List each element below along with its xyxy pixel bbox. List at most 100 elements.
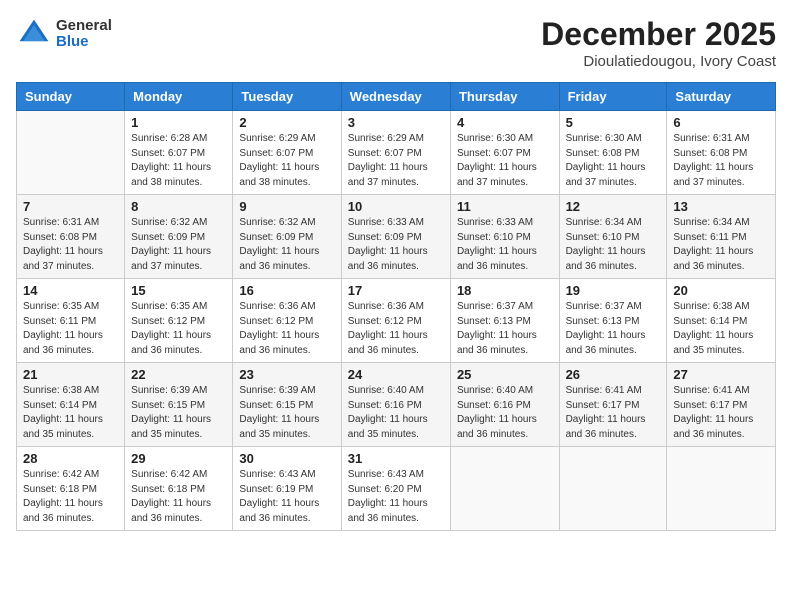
calendar-cell: 22 Sunrise: 6:39 AMSunset: 6:15 PMDayligh… (125, 363, 233, 447)
day-number: 19 (566, 283, 661, 298)
calendar-cell (450, 447, 559, 531)
day-info: Sunrise: 6:41 AMSunset: 6:17 PMDaylight:… (673, 384, 769, 442)
calendar-cell: 21 Sunrise: 6:38 AMSunset: 6:14 PMDayligh… (17, 363, 125, 447)
column-header-saturday: Saturday (667, 83, 776, 111)
title-block: December 2025 Dioulatiedougou, Ivory Coa… (541, 16, 776, 70)
day-info: Sunrise: 6:38 AMSunset: 6:14 PMDaylight:… (673, 300, 769, 358)
calendar-cell (667, 447, 776, 531)
calendar-cell: 4 Sunrise: 6:30 AMSunset: 6:07 PMDaylight… (450, 111, 559, 195)
column-header-friday: Friday (559, 83, 667, 111)
day-number: 30 (239, 451, 334, 466)
calendar-cell: 23 Sunrise: 6:39 AMSunset: 6:15 PMDayligh… (233, 363, 341, 447)
day-info: Sunrise: 6:39 AMSunset: 6:15 PMDaylight:… (239, 384, 334, 442)
calendar-cell: 28 Sunrise: 6:42 AMSunset: 6:18 PMDayligh… (17, 447, 125, 531)
calendar-cell: 14Sunrise: 6:35 AMSunset: 6:11 PMDayligh… (17, 279, 125, 363)
day-info: Sunrise: 6:28 AMSunset: 6:07 PMDaylight:… (131, 132, 226, 190)
day-info: Sunrise: 6:40 AMSunset: 6:16 PMDaylight:… (348, 384, 444, 442)
day-number: 8 (131, 199, 226, 214)
day-info: Sunrise: 6:43 AMSunset: 6:20 PMDaylight:… (348, 468, 444, 526)
calendar-cell: 2 Sunrise: 6:29 AMSunset: 6:07 PMDaylight… (233, 111, 341, 195)
day-number: 12 (566, 199, 661, 214)
calendar-cell: 18 Sunrise: 6:37 AMSunset: 6:13 PMDayligh… (450, 279, 559, 363)
day-info: Sunrise: 6:42 AMSunset: 6:18 PMDaylight:… (23, 468, 118, 526)
column-header-tuesday: Tuesday (233, 83, 341, 111)
logo-icon (16, 16, 52, 52)
day-number: 31 (348, 451, 444, 466)
day-info: Sunrise: 6:36 AMSunset: 6:12 PMDaylight:… (239, 300, 334, 358)
day-number: 29 (131, 451, 226, 466)
calendar-cell: 29 Sunrise: 6:42 AMSunset: 6:18 PMDayligh… (125, 447, 233, 531)
day-number: 7 (23, 199, 118, 214)
day-number: 22 (131, 367, 226, 382)
calendar-cell: 16 Sunrise: 6:36 AMSunset: 6:12 PMDayligh… (233, 279, 341, 363)
calendar-cell: 19 Sunrise: 6:37 AMSunset: 6:13 PMDayligh… (559, 279, 667, 363)
day-info: Sunrise: 6:33 AMSunset: 6:09 PMDaylight:… (348, 216, 444, 274)
day-info: Sunrise: 6:34 AMSunset: 6:10 PMDaylight:… (566, 216, 661, 274)
calendar-cell: 27 Sunrise: 6:41 AMSunset: 6:17 PMDayligh… (667, 363, 776, 447)
calendar-cell: 26 Sunrise: 6:41 AMSunset: 6:17 PMDayligh… (559, 363, 667, 447)
column-header-thursday: Thursday (450, 83, 559, 111)
day-number: 3 (348, 115, 444, 130)
day-info: Sunrise: 6:35 AMSunset: 6:12 PMDaylight:… (131, 300, 226, 358)
day-info: Sunrise: 6:29 AMSunset: 6:07 PMDaylight:… (239, 132, 334, 190)
day-info: Sunrise: 6:31 AMSunset: 6:08 PMDaylight:… (23, 216, 118, 274)
column-header-wednesday: Wednesday (341, 83, 450, 111)
calendar-cell: 30 Sunrise: 6:43 AMSunset: 6:19 PMDayligh… (233, 447, 341, 531)
day-number: 5 (566, 115, 661, 130)
day-info: Sunrise: 6:38 AMSunset: 6:14 PMDaylight:… (23, 384, 118, 442)
day-number: 27 (673, 367, 769, 382)
calendar-cell (17, 111, 125, 195)
day-number: 25 (457, 367, 553, 382)
day-number: 18 (457, 283, 553, 298)
day-number: 6 (673, 115, 769, 130)
column-header-monday: Monday (125, 83, 233, 111)
calendar-cell: 9Sunrise: 6:32 AMSunset: 6:09 PMDaylight… (233, 195, 341, 279)
day-info: Sunrise: 6:37 AMSunset: 6:13 PMDaylight:… (457, 300, 553, 358)
day-info: Sunrise: 6:41 AMSunset: 6:17 PMDaylight:… (566, 384, 661, 442)
day-info: Sunrise: 6:37 AMSunset: 6:13 PMDaylight:… (566, 300, 661, 358)
calendar-cell: 20 Sunrise: 6:38 AMSunset: 6:14 PMDayligh… (667, 279, 776, 363)
day-number: 20 (673, 283, 769, 298)
day-number: 21 (23, 367, 118, 382)
day-info: Sunrise: 6:32 AMSunset: 6:09 PMDaylight:… (239, 216, 334, 274)
calendar-cell: 8Sunrise: 6:32 AMSunset: 6:09 PMDaylight… (125, 195, 233, 279)
day-info: Sunrise: 6:30 AMSunset: 6:08 PMDaylight:… (566, 132, 661, 190)
calendar-cell: 12 Sunrise: 6:34 AMSunset: 6:10 PMDayligh… (559, 195, 667, 279)
day-info: Sunrise: 6:36 AMSunset: 6:12 PMDaylight:… (348, 300, 444, 358)
calendar-cell (559, 447, 667, 531)
calendar-subtitle: Dioulatiedougou, Ivory Coast (541, 53, 776, 70)
day-number: 24 (348, 367, 444, 382)
page-header: General Blue December 2025 Dioulatiedoug… (16, 16, 776, 70)
column-header-sunday: Sunday (17, 83, 125, 111)
day-info: Sunrise: 6:39 AMSunset: 6:15 PMDaylight:… (131, 384, 226, 442)
day-number: 15 (131, 283, 226, 298)
logo: General Blue (16, 16, 112, 52)
day-number: 11 (457, 199, 553, 214)
calendar-cell: 15 Sunrise: 6:35 AMSunset: 6:12 PMDayligh… (125, 279, 233, 363)
calendar-cell: 17 Sunrise: 6:36 AMSunset: 6:12 PMDayligh… (341, 279, 450, 363)
day-number: 28 (23, 451, 118, 466)
logo-text: General Blue (56, 18, 112, 51)
calendar-cell: 10Sunrise: 6:33 AMSunset: 6:09 PMDayligh… (341, 195, 450, 279)
calendar-cell: 6 Sunrise: 6:31 AMSunset: 6:08 PMDaylight… (667, 111, 776, 195)
day-info: Sunrise: 6:31 AMSunset: 6:08 PMDaylight:… (673, 132, 769, 190)
calendar-cell: 13 Sunrise: 6:34 AMSunset: 6:11 PMDayligh… (667, 195, 776, 279)
day-number: 4 (457, 115, 553, 130)
day-info: Sunrise: 6:34 AMSunset: 6:11 PMDaylight:… (673, 216, 769, 274)
day-number: 17 (348, 283, 444, 298)
calendar-cell: 31 Sunrise: 6:43 AMSunset: 6:20 PMDayligh… (341, 447, 450, 531)
day-info: Sunrise: 6:43 AMSunset: 6:19 PMDaylight:… (239, 468, 334, 526)
day-number: 26 (566, 367, 661, 382)
day-number: 1 (131, 115, 226, 130)
day-number: 13 (673, 199, 769, 214)
calendar-title: December 2025 (541, 16, 776, 53)
calendar-cell: 1 Sunrise: 6:28 AMSunset: 6:07 PMDaylight… (125, 111, 233, 195)
day-info: Sunrise: 6:30 AMSunset: 6:07 PMDaylight:… (457, 132, 553, 190)
day-info: Sunrise: 6:42 AMSunset: 6:18 PMDaylight:… (131, 468, 226, 526)
day-number: 16 (239, 283, 334, 298)
day-number: 23 (239, 367, 334, 382)
day-info: Sunrise: 6:35 AMSunset: 6:11 PMDaylight:… (23, 300, 118, 358)
calendar-cell: 5 Sunrise: 6:30 AMSunset: 6:08 PMDaylight… (559, 111, 667, 195)
day-info: Sunrise: 6:29 AMSunset: 6:07 PMDaylight:… (348, 132, 444, 190)
day-number: 2 (239, 115, 334, 130)
